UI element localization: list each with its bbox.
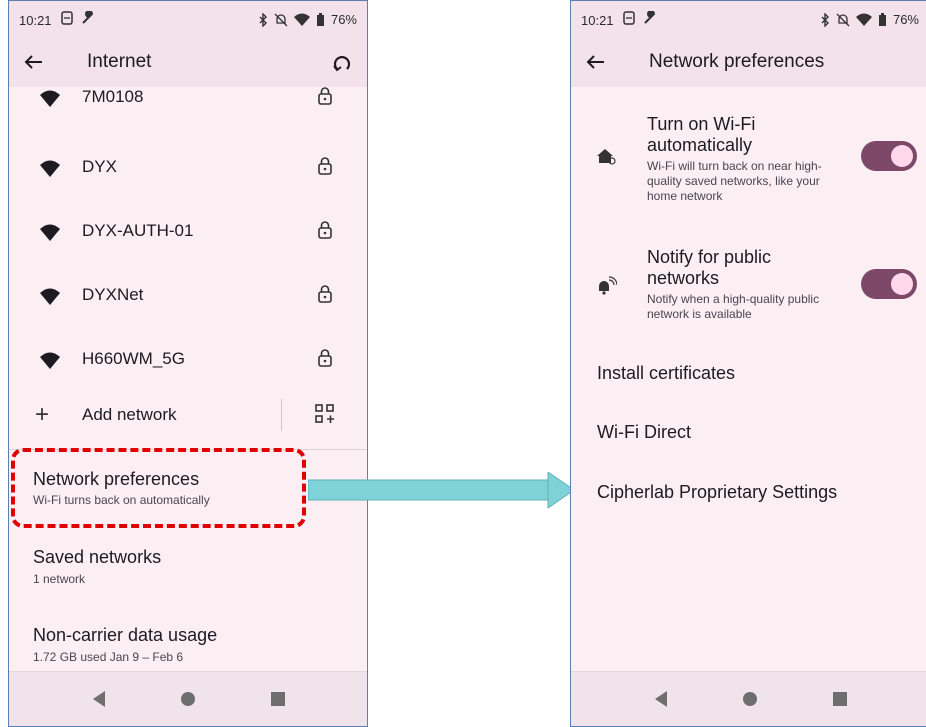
item-title: Saved networks [33,547,162,567]
system-nav-bar [571,671,926,726]
wifi-status-icon [855,13,872,26]
nav-back-icon[interactable] [93,691,105,707]
page-title: Network preferences [649,51,825,72]
saved-networks-item[interactable]: Saved networks 1 network [9,533,367,603]
lock-icon [318,87,332,105]
sim-icon [61,11,73,25]
left-phone-screen: 10:21 76% Internet 7M0108 DYX DYX-AUTH-0… [8,0,368,727]
toggle-title: Turn on Wi-Fi automatically [647,114,756,155]
back-arrow-icon[interactable] [585,51,607,73]
battery-icon [316,12,324,26]
lock-icon [318,349,332,367]
lock-icon [318,157,332,175]
wifi-auto-on-row[interactable]: Turn on Wi-Fi automatically Wi-Fi will t… [571,109,926,219]
back-arrow-icon[interactable] [23,51,45,73]
item-subtitle: 1 network [33,572,86,586]
network-row[interactable]: DYXNet [9,265,367,327]
nav-home-icon[interactable] [743,692,757,706]
network-row[interactable]: H660WM_5G [9,329,367,391]
system-nav-bar [9,671,367,726]
install-certificates-item[interactable]: Install certificates [597,363,735,384]
network-list: 7M0108 DYX DYX-AUTH-01 DYXNet H660WM_5G … [9,87,367,672]
page-title: Internet [87,51,152,72]
wifi-signal-icon [40,160,60,177]
right-phone-screen: 10:21 76% Network preferences Turn on Wi… [570,0,926,727]
network-row[interactable]: 7M0108 [9,87,367,129]
lock-icon [318,221,332,239]
wifi-signal-icon [40,352,60,369]
battery-percent: 76% [892,12,919,27]
wrench-icon [82,11,94,24]
nav-back-icon[interactable] [655,691,667,707]
nav-recents-icon[interactable] [271,692,285,706]
network-name: DYX [82,157,117,176]
add-network-row[interactable]: + Add network [9,385,367,447]
app-bar: Network preferences [571,37,926,87]
nav-recents-icon[interactable] [833,692,847,706]
arrow-connector [308,472,574,508]
notification-wifi-icon [599,276,617,295]
toggle-title: Notify for public networks [647,247,772,288]
non-carrier-data-usage-item[interactable]: Non-carrier data usage 1.72 GB used Jan … [9,611,367,672]
preferences-list: Turn on Wi-Fi automatically Wi-Fi will t… [571,87,926,672]
status-bar: 10:21 76% [571,1,926,37]
wifi-signal-icon [40,288,60,305]
battery-icon [878,12,886,26]
wifi-direct-item[interactable]: Wi-Fi Direct [597,422,691,443]
network-row[interactable]: DYX-AUTH-01 [9,201,367,263]
app-bar: Internet [9,37,367,87]
home-wifi-icon [597,149,616,165]
network-name: DYX-AUTH-01 [82,221,194,240]
public-network-notify-row[interactable]: Notify for public networks Notify when a… [571,243,926,333]
wifi-auto-on-toggle[interactable] [861,141,917,171]
status-bar: 10:21 76% [9,1,367,37]
network-name: H660WM_5G [82,349,185,368]
network-row[interactable]: DYX [9,137,367,199]
sim-icon [623,11,635,25]
toggle-subtitle: Wi-Fi will turn back on near high-qualit… [647,159,822,203]
cipherlab-settings-item[interactable]: Cipherlab Proprietary Settings [597,482,837,503]
network-name: DYXNet [82,285,144,304]
divider [281,399,282,431]
toggle-knob [891,145,913,167]
refresh-icon[interactable] [331,51,353,73]
qr-code-scan-icon[interactable] [315,404,335,424]
notifications-off-icon [836,13,850,26]
wifi-signal-icon [40,90,60,107]
network-name: 7M0108 [82,87,144,106]
lock-icon [318,285,332,303]
item-title: Non-carrier data usage [33,625,218,645]
nav-home-icon[interactable] [181,692,195,706]
wrench-icon [644,11,656,24]
bluetooth-icon [821,12,829,27]
notifications-off-icon [274,13,288,26]
toggle-knob [891,273,913,295]
item-subtitle: 1.72 GB used Jan 9 – Feb 6 [33,650,184,664]
wifi-status-icon [293,13,310,26]
public-network-notify-toggle[interactable] [861,269,917,299]
highlight-box [11,448,306,528]
wifi-signal-icon [40,224,60,241]
add-network-label: Add network [82,405,177,424]
bluetooth-icon [259,12,267,27]
battery-percent: 76% [330,12,357,27]
status-time: 10:21 [581,13,614,28]
status-time: 10:21 [19,13,52,28]
toggle-subtitle: Notify when a high-quality public networ… [647,292,820,321]
plus-icon: + [35,401,50,428]
